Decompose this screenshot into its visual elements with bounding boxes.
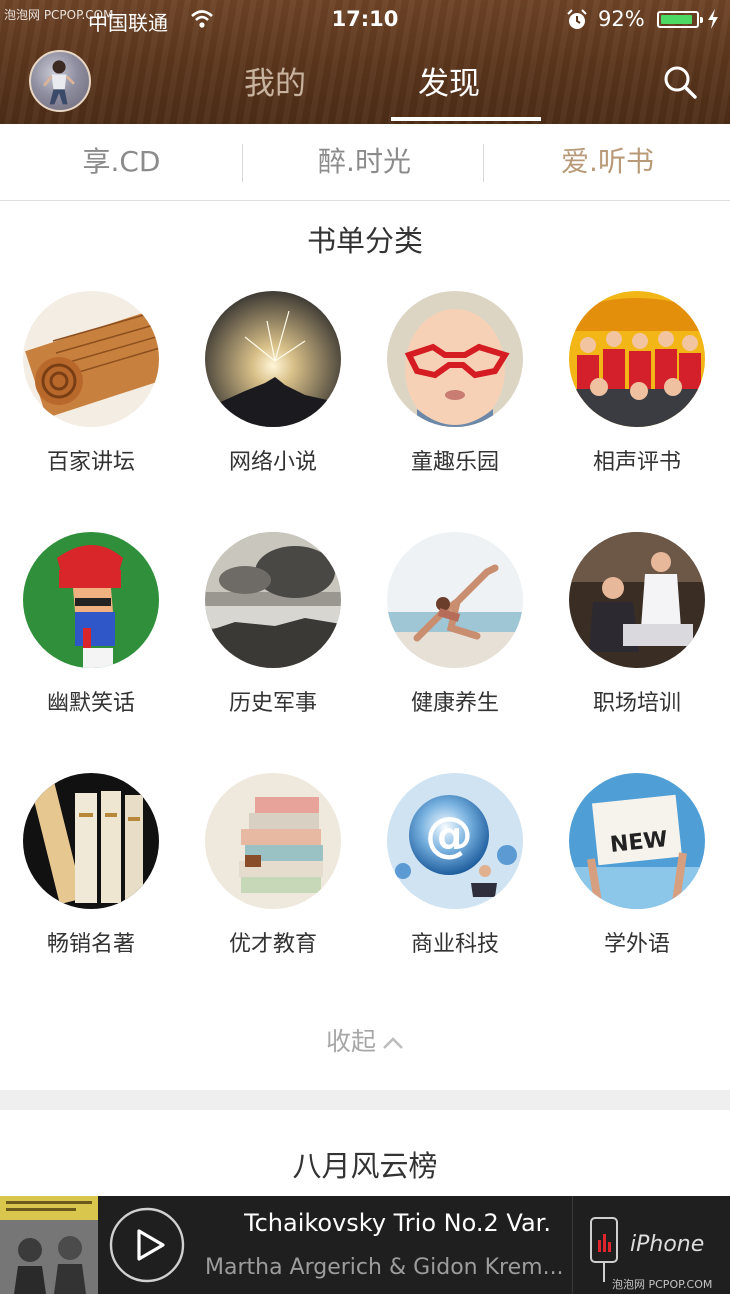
track-artist: Martha Argerich & Gidon Krem... (205, 1255, 564, 1280)
section-separator (0, 1090, 730, 1110)
category-thumbnail (205, 773, 341, 909)
active-tab-indicator (391, 117, 541, 121)
category-item[interactable]: NEW 学外语 (546, 773, 728, 973)
album-art[interactable] (0, 1196, 98, 1294)
category-label: 网络小说 (228, 450, 317, 475)
category-thumbnail (23, 291, 159, 427)
user-avatar[interactable] (29, 50, 91, 112)
category-item[interactable]: 相声评书 (546, 291, 728, 491)
status-bar: 泡泡网 PCPOP.COM 中国联通 17:10 92% (0, 0, 730, 40)
svg-text:@: @ (425, 807, 473, 863)
category-thumbnail (387, 532, 523, 668)
track-title: Tchaikovsky Trio No.2 Var. (244, 1209, 551, 1237)
alarm-icon (567, 9, 587, 29)
category-item[interactable]: 童趣乐园 (364, 291, 546, 491)
battery-percentage: 92% (598, 7, 645, 31)
category-label: 学外语 (603, 932, 670, 957)
category-label: 职场培训 (592, 691, 681, 716)
category-thumbnail: @ (387, 773, 523, 909)
category-label: 畅销名著 (46, 932, 135, 957)
category-label: 百家讲坛 (46, 450, 135, 475)
header: 泡泡网 PCPOP.COM 中国联通 17:10 92% 我的 发现 (0, 0, 730, 124)
search-icon[interactable] (660, 62, 700, 102)
category-thumbnail: NEW (569, 773, 705, 909)
mini-player[interactable]: Tchaikovsky Trio No.2 Var. Martha Argeri… (0, 1196, 730, 1294)
sub-tab-bar: 享.CD 醉.时光 爱.听书 (0, 124, 730, 201)
play-icon[interactable] (108, 1206, 186, 1284)
category-label: 历史军事 (228, 691, 317, 716)
category-label: 童趣乐园 (410, 450, 499, 475)
section-title-chart: 八月风云榜 (292, 1149, 438, 1183)
category-label: 健康养生 (410, 691, 499, 716)
category-item[interactable]: @ 商业科技 (364, 773, 546, 973)
output-device-label[interactable]: iPhone (630, 1232, 704, 1257)
category-thumbnail (205, 532, 341, 668)
subtab-time[interactable]: 醉.时光 (243, 124, 486, 200)
category-item[interactable]: 职场培训 (546, 532, 728, 732)
category-label: 幽默笑话 (46, 691, 135, 716)
divider (572, 1196, 573, 1294)
category-thumbnail (387, 291, 523, 427)
tab-discover[interactable]: 发现 (418, 58, 480, 103)
category-item[interactable]: 百家讲坛 (0, 291, 182, 491)
category-item[interactable]: 优才教育 (182, 773, 364, 973)
collapse-label: 收起 (325, 1027, 376, 1056)
collapse-toggle[interactable]: 收起 (0, 1022, 730, 1058)
category-item[interactable]: 网络小说 (182, 291, 364, 491)
category-thumbnail (569, 291, 705, 427)
category-thumbnail (205, 291, 341, 427)
subtab-audiobook[interactable]: 爱.听书 (486, 124, 729, 200)
battery-icon (657, 11, 703, 28)
category-thumbnail (23, 773, 159, 909)
phone-output-icon[interactable] (588, 1214, 620, 1284)
category-item[interactable]: 健康养生 (364, 532, 546, 732)
category-label: 相声评书 (592, 450, 681, 475)
category-label: 商业科技 (410, 932, 499, 957)
avatar-photo (43, 60, 76, 105)
category-item[interactable]: 历史军事 (182, 532, 364, 732)
charging-bolt-icon (708, 9, 718, 29)
divider (483, 144, 484, 182)
category-thumbnail (23, 532, 159, 668)
category-item[interactable]: 畅销名著 (0, 773, 182, 973)
battery-fill (661, 15, 692, 24)
tab-mine[interactable]: 我的 (244, 58, 306, 103)
album-cover-image (0, 1196, 98, 1294)
subtab-cd[interactable]: 享.CD (0, 124, 243, 200)
chevron-up-icon (383, 1037, 403, 1049)
category-item[interactable]: 幽默笑话 (0, 532, 182, 732)
watermark: 泡泡网 PCPOP.COM (612, 1278, 713, 1291)
section-title-categories: 书单分类 (306, 224, 423, 258)
category-thumbnail (569, 532, 705, 668)
category-label: 优才教育 (228, 932, 317, 957)
